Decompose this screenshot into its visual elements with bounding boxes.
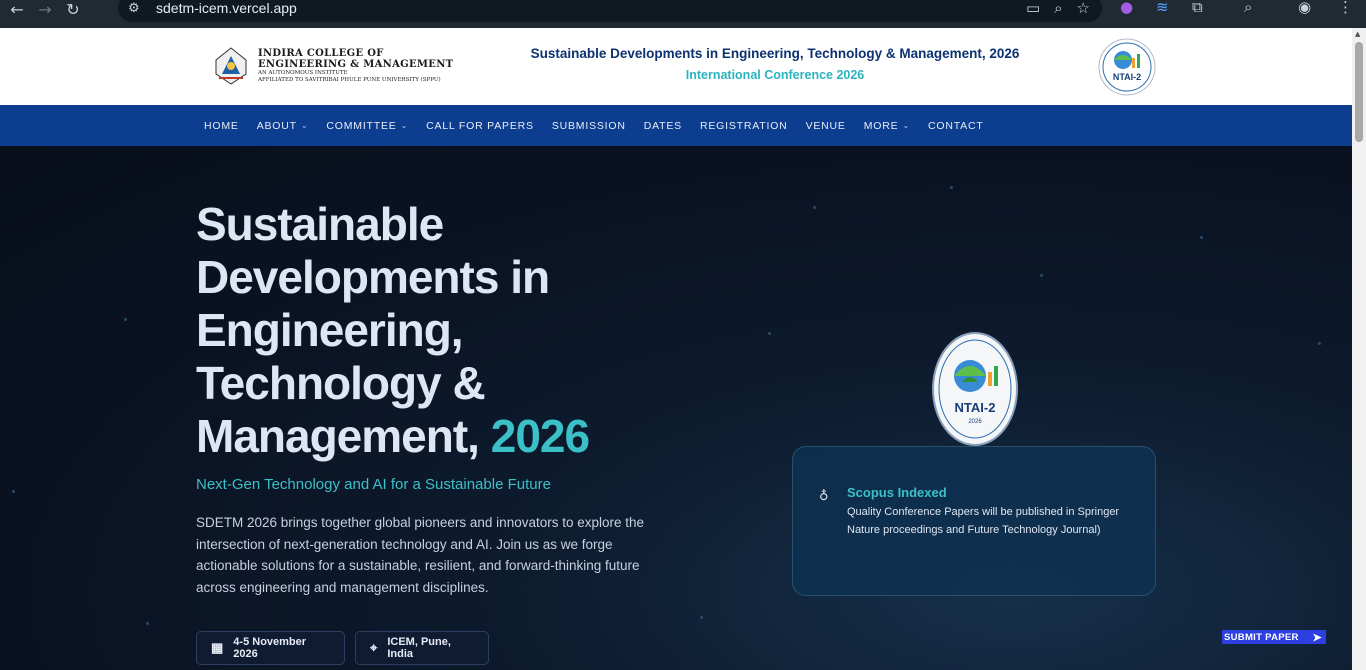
url-text[interactable]: sdetm-icem.vercel.app (156, 0, 297, 16)
hero-badge-year: 2026 (968, 419, 982, 425)
nav-item-label[interactable]: MORE (864, 120, 899, 132)
nav-item-call-for-papers[interactable]: CALL FOR PAPERS (426, 120, 534, 132)
award-icon: ♁ (819, 489, 829, 504)
nav-item-label[interactable]: VENUE (806, 120, 846, 132)
badge-label: NTAI-2 (1113, 72, 1141, 82)
nav-item-home[interactable]: HOME (204, 120, 239, 132)
hero-title-line: Developments in (196, 251, 550, 303)
scopus-title: Scopus Indexed (847, 485, 947, 500)
hero-title: Sustainable Developments in Engineering,… (196, 198, 756, 463)
puzzle-icon[interactable]: ⧉ (1192, 0, 1203, 16)
nav-item-dates[interactable]: DATES (644, 120, 682, 132)
forward-icon[interactable]: → (34, 0, 56, 20)
scopus-card: ♁ Scopus Indexed Quality Conference Pape… (792, 446, 1156, 596)
bookmark-star-icon[interactable]: ☆ (1077, 0, 1090, 17)
avatar-icon[interactable]: ◉ (1298, 0, 1311, 16)
main-nav: HOME ABOUT ⌄ COMMITTEE ⌄ CALL FOR PAPERS SUBMI… (0, 105, 1352, 146)
submit-paper-label[interactable]: SUBMIT PAPER (1224, 632, 1299, 643)
hero-title-line: Technology & (196, 357, 486, 409)
scopus-text: Quality Conference Papers will be publis… (847, 506, 1120, 536)
nav-item-committee[interactable]: COMMITTEE ⌄ (326, 120, 408, 132)
wifi-icon[interactable]: ≋ (1156, 0, 1169, 16)
chevron-down-icon[interactable]: ⌄ (401, 121, 409, 130)
submit-paper-button[interactable]: SUBMIT PAPER ➤ (1222, 630, 1326, 644)
nav-item-venue[interactable]: VENUE (806, 120, 846, 132)
browser-toolbar: ← → ↻ ⚙ sdetm-icem.vercel.app ▭ ⌕ ☆ ● ≋ … (0, 0, 1366, 28)
hero-description: SDETM 2026 brings together global pionee… (196, 515, 645, 595)
zoom-icon[interactable]: ⌕ (1054, 0, 1062, 17)
lens-icon[interactable]: ⌕ (1244, 0, 1252, 16)
venue-pill: ⌖ ICEM, Pune, India (355, 631, 489, 665)
scrollbar-thumb[interactable] (1355, 42, 1363, 142)
ntai-hero-badge: NTAI-2 2026 (932, 332, 1018, 446)
chevron-down-icon[interactable]: ⌄ (902, 121, 910, 130)
venue-text: ICEM, Pune, India (387, 636, 451, 660)
scroll-up-icon[interactable]: ▲ (1355, 30, 1360, 38)
install-icon[interactable]: ▭ (1026, 0, 1040, 17)
back-icon[interactable]: ← (6, 0, 28, 20)
hero-section: Sustainable Developments in Engineering,… (0, 146, 1352, 670)
nav-item-contact[interactable]: CONTACT (928, 120, 984, 132)
nav-item-label[interactable]: ABOUT (257, 120, 297, 132)
nav-item-about[interactable]: ABOUT ⌄ (257, 120, 309, 132)
hero-title-year: 2026 (490, 410, 590, 462)
send-icon[interactable]: ➤ (1312, 631, 1322, 644)
nav-item-label[interactable]: DATES (644, 120, 682, 132)
site-header: INDIRA COLLEGE OF ENGINEERING & MANAGEME… (0, 28, 1352, 105)
location-pin-icon: ⌖ (370, 640, 378, 655)
menu-icon[interactable]: ⋮ (1338, 0, 1353, 16)
date-text: 4-5 November 2026 (233, 636, 307, 660)
extension-icon[interactable]: ● (1120, 0, 1133, 16)
nav-item-label[interactable]: HOME (204, 120, 239, 132)
nav-item-submission[interactable]: SUBMISSION (552, 120, 626, 132)
hero-tagline: Next-Gen Technology and AI for a Sustain… (196, 476, 551, 493)
nav-item-label[interactable]: SUBMISSION (552, 120, 626, 132)
ntai-badge-logo: NTAI-2 (1098, 38, 1156, 96)
nav-item-label[interactable]: CALL FOR PAPERS (426, 120, 534, 132)
address-bar[interactable]: ⚙ sdetm-icem.vercel.app ▭ ⌕ ☆ (118, 0, 1102, 22)
hero-title-line: Management, (196, 410, 491, 462)
nav-item-registration[interactable]: REGISTRATION (700, 120, 788, 132)
chevron-down-icon[interactable]: ⌄ (301, 121, 309, 130)
reload-icon[interactable]: ↻ (62, 0, 84, 20)
calendar-icon: ▦ (211, 640, 224, 655)
date-pill: ▦ 4-5 November 2026 (196, 631, 345, 665)
college-logo[interactable] (212, 46, 250, 86)
nav-item-label[interactable]: COMMITTEE (326, 120, 396, 132)
nav-item-label[interactable]: CONTACT (928, 120, 984, 132)
nav-item-more[interactable]: MORE ⌄ (864, 120, 910, 132)
college-name: INDIRA COLLEGE OF ENGINEERING & MANAGEME… (258, 48, 454, 83)
site-settings-icon[interactable]: ⚙ (128, 1, 148, 16)
hero-title-line: Sustainable (196, 198, 444, 250)
nav-item-label[interactable]: REGISTRATION (700, 120, 788, 132)
conference-subtitle: International Conference 2026 (685, 68, 865, 82)
hero-title-line: Engineering, (196, 304, 464, 356)
hero-badge-label: NTAI-2 (955, 400, 996, 415)
page-scrollbar[interactable]: ▲ (1352, 28, 1366, 670)
conference-title: Sustainable Developments in Engineering,… (530, 46, 1020, 61)
